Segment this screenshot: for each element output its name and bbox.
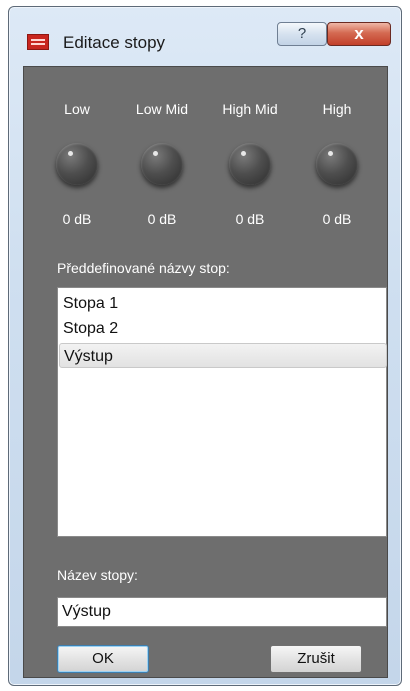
knob-high[interactable]	[316, 143, 358, 185]
window-title: Editace stopy	[63, 33, 166, 52]
help-button[interactable]: ?	[277, 22, 327, 46]
knob-marker-icon	[68, 151, 73, 156]
band-label-high: High	[322, 101, 352, 117]
band-label-low: Low	[64, 101, 90, 117]
app-logo-icon	[27, 34, 49, 50]
knob-low[interactable]	[56, 143, 98, 185]
list-item[interactable]: Stopa 2	[59, 316, 387, 341]
track-name-label: Název stopy:	[57, 567, 138, 583]
ok-button[interactable]: OK	[57, 645, 149, 673]
knob-marker-icon	[153, 151, 158, 156]
title-bar[interactable]: Editace stopy ? x	[9, 7, 401, 65]
knob-low-mid[interactable]	[141, 143, 183, 185]
close-button[interactable]: x	[327, 22, 391, 46]
knob-marker-icon	[241, 151, 246, 156]
band-value-high: 0 dB	[322, 211, 352, 227]
band-value-high-mid: 0 dB	[235, 211, 265, 227]
knob-marker-icon	[328, 151, 333, 156]
dialog-window: Editace stopy ? x Low Low Mid High Mid H…	[8, 6, 402, 686]
dialog-content: Low Low Mid High Mid High 0 dB 0 dB 0 dB…	[23, 66, 388, 678]
list-item-selected[interactable]: Výstup	[59, 343, 387, 368]
band-label-low-mid: Low Mid	[135, 101, 189, 117]
knob-high-mid[interactable]	[229, 143, 271, 185]
cancel-button[interactable]: Zrušit	[270, 645, 362, 673]
band-value-low: 0 dB	[62, 211, 92, 227]
band-value-low-mid: 0 dB	[147, 211, 177, 227]
presets-label: Předdefinované názvy stop:	[57, 260, 230, 276]
list-item[interactable]: Stopa 1	[59, 291, 387, 316]
preset-names-list[interactable]: Stopa 1 Stopa 2 Výstup	[57, 287, 387, 537]
band-label-high-mid: High Mid	[222, 101, 278, 117]
track-name-input[interactable]	[57, 597, 387, 627]
